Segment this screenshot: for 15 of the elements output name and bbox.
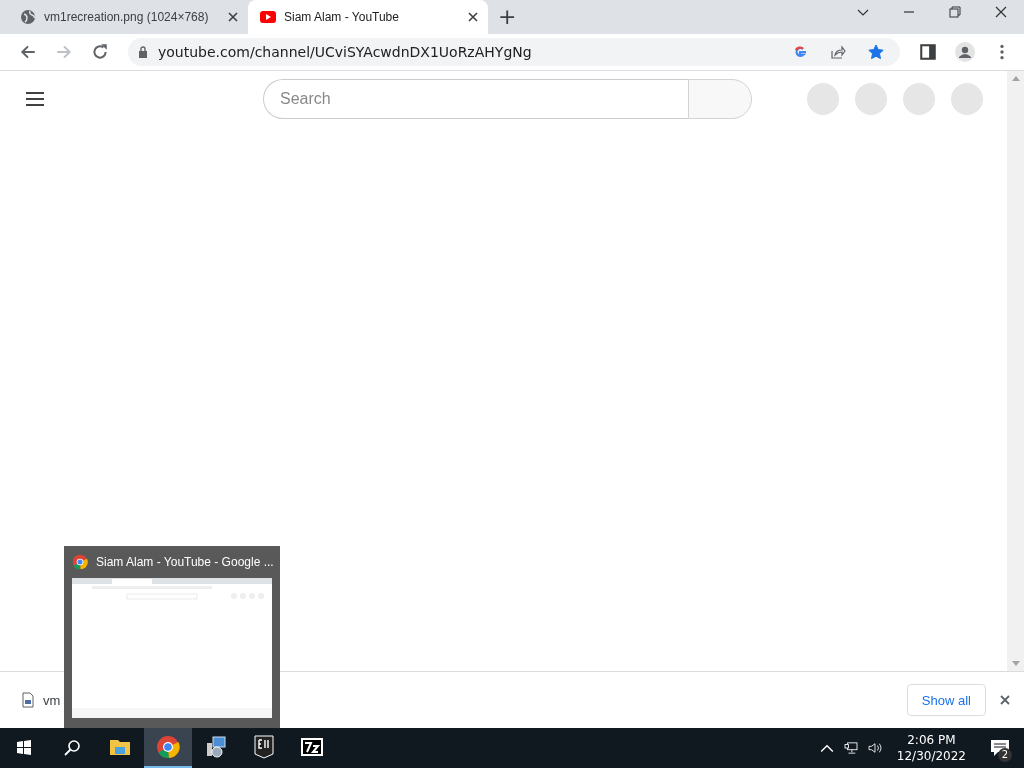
address-bar[interactable]: youtube.com/channel/UCviSYAcwdnDX1UoRzAHYgNg xyxy=(128,38,900,66)
search-field[interactable]: Search xyxy=(263,79,688,119)
clock-date[interactable]: 12/30/2022 xyxy=(896,748,966,764)
notification-count: 2 xyxy=(998,748,1012,762)
tab-title: Siam Alam - YouTube xyxy=(284,10,400,24)
show-all-button[interactable]: Show all xyxy=(906,684,986,716)
preview-title: Siam Alam - YouTube - Google ... xyxy=(96,555,274,569)
new-tab-button[interactable]: + xyxy=(488,0,527,34)
browser-tab[interactable]: Siam Alam - YouTube xyxy=(248,0,488,34)
taskbar-preview[interactable]: Siam Alam - YouTube - Google ... xyxy=(64,546,280,728)
browser-tab[interactable]: vm1recreation.png (1024×768) xyxy=(8,0,248,34)
tab-title: vm1recreation.png (1024×768) xyxy=(44,10,210,24)
url-text: youtube.com/channel/UCviSYAcwdnDX1UoRzAHYgNg xyxy=(158,44,532,60)
download-file-name[interactable]: vm xyxy=(43,692,61,708)
clock-time[interactable]: 2:06 PM xyxy=(907,732,956,748)
